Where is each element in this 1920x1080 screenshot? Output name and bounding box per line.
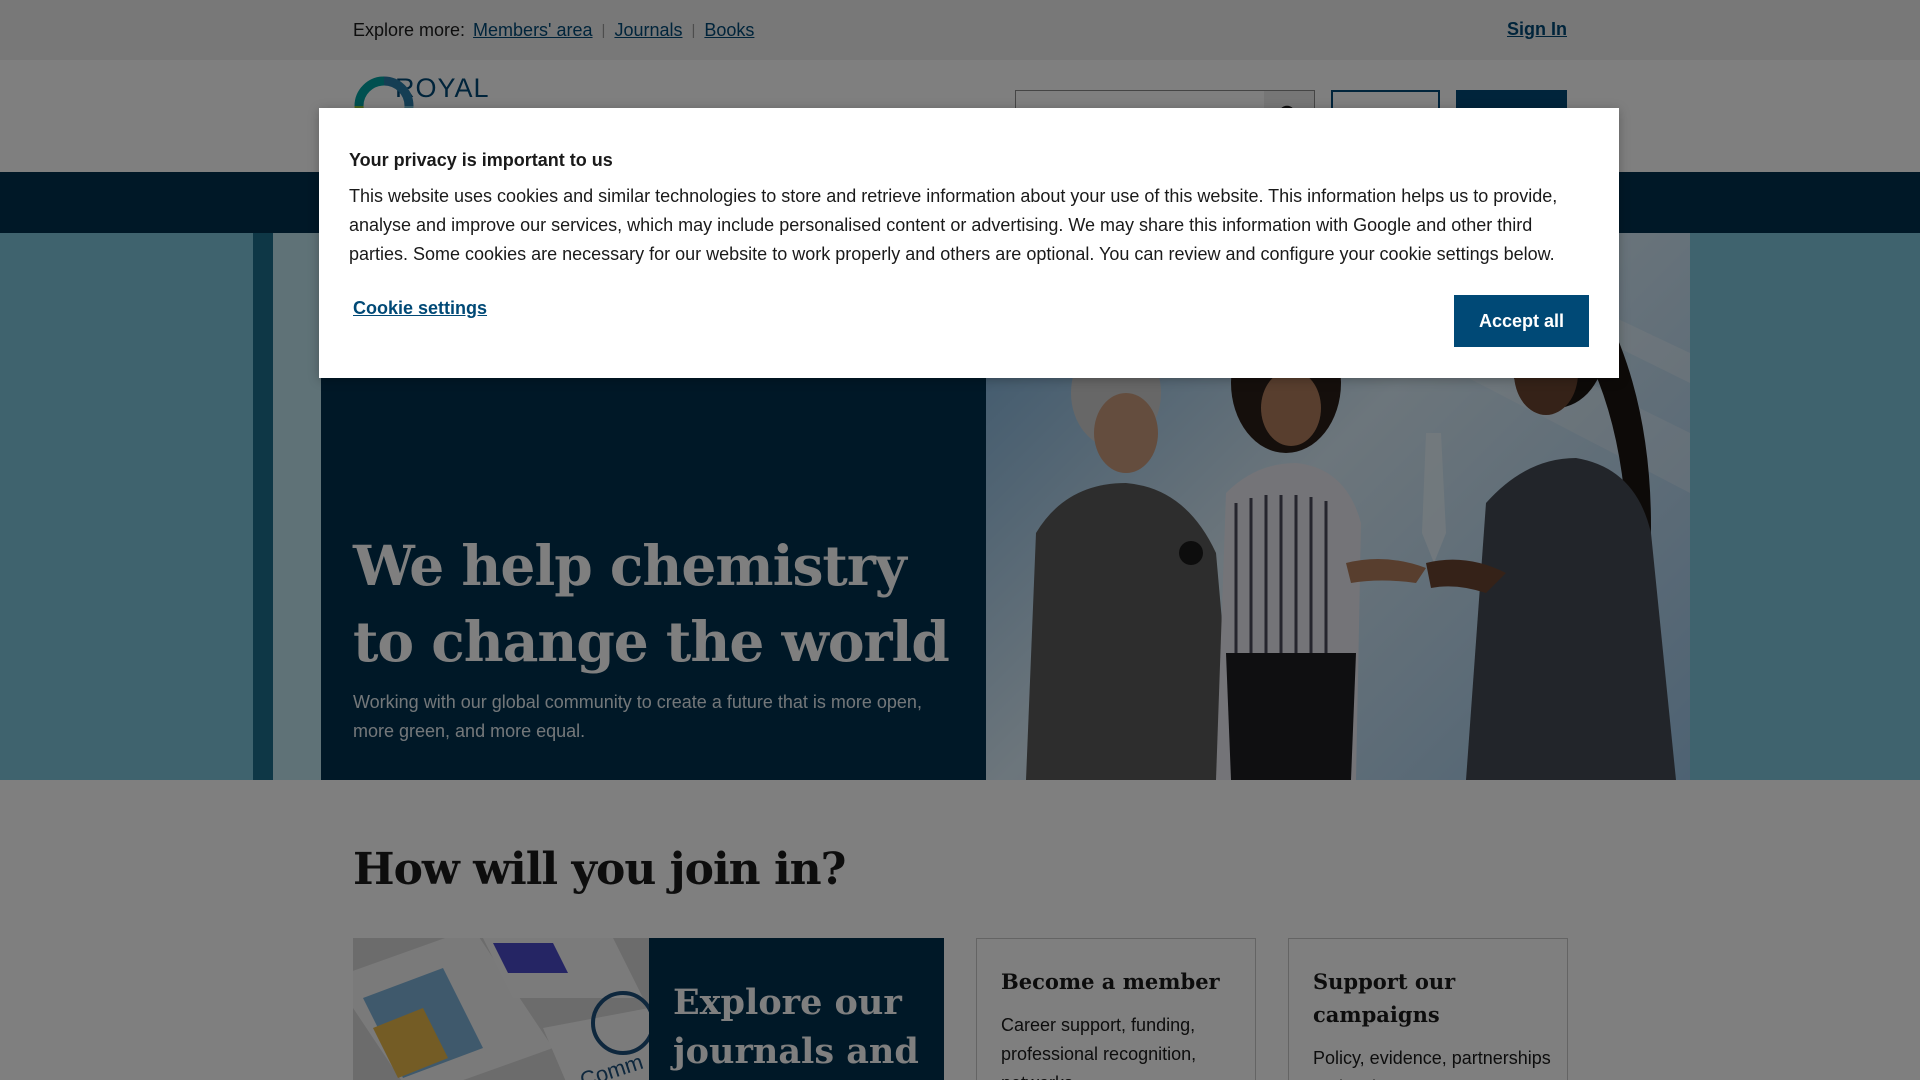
accept-all-button[interactable]: Accept all <box>1454 295 1589 347</box>
cookie-settings-link[interactable]: Cookie settings <box>353 298 487 319</box>
cookie-dialog-title: Your privacy is important to us <box>349 150 613 170</box>
cookie-consent-dialog: Your privacy is important to us This web… <box>319 108 1619 378</box>
cookie-dialog-body: This website uses cookies and similar te… <box>349 186 1558 264</box>
